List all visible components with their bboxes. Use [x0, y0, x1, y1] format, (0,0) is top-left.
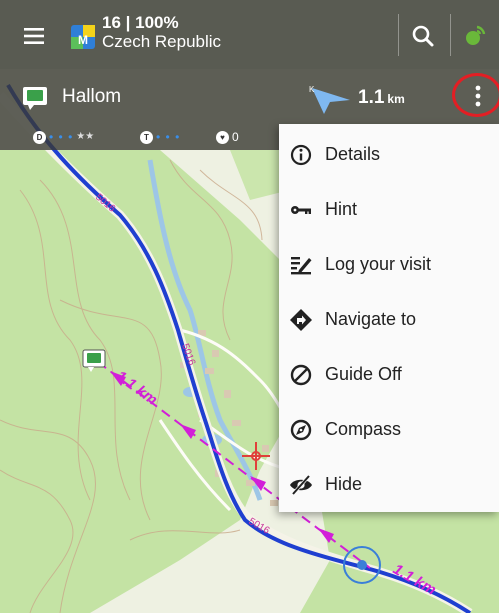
terrain-badge: T — [140, 130, 153, 144]
difficulty-stars-empty: ★★ — [76, 131, 95, 142]
target-distance: 1.1 km — [358, 88, 405, 109]
highlight-ring — [452, 73, 499, 117]
hide-icon — [287, 471, 315, 499]
menu-item-hint[interactable]: Hint — [279, 182, 499, 237]
overflow-menu: Details Hint Log your visit Navigate to … — [279, 124, 499, 512]
menu-item-label: Hint — [325, 199, 358, 219]
menu-item-compass[interactable]: Compass — [279, 402, 499, 457]
menu-item-hide[interactable]: Hide — [279, 457, 499, 512]
log-icon — [287, 251, 315, 279]
svg-text:K: K — [309, 85, 315, 94]
menu-item-guide-off[interactable]: Guide Off — [279, 347, 499, 402]
distance-unit: km — [387, 92, 405, 106]
navigate-icon — [287, 306, 315, 334]
map-name[interactable]: Czech Republic — [102, 33, 221, 51]
distance-value: 1.1 — [358, 87, 385, 108]
divider — [398, 14, 399, 56]
terrain-stars: • • • — [156, 130, 181, 144]
guide-off-icon — [287, 361, 315, 389]
map-layer-icon[interactable]: M — [68, 22, 98, 52]
difficulty-rating: D • • • ★★ — [33, 128, 94, 146]
favorites-value: 0 — [232, 130, 239, 144]
info-icon — [287, 141, 315, 169]
zoom-info[interactable]: 16 | 100% — [102, 14, 179, 32]
difficulty-stars: • • • — [49, 130, 74, 144]
menu-item-label: Hide — [325, 474, 363, 494]
menu-item-label: Compass — [325, 419, 402, 439]
menu-item-details[interactable]: Details — [279, 127, 499, 182]
menu-item-label: Guide Off — [325, 364, 402, 384]
svg-text:M: M — [78, 33, 88, 47]
favorites-count: ♥ 0 — [216, 128, 239, 146]
satellite-icon[interactable] — [455, 18, 495, 54]
search-icon[interactable] — [402, 18, 444, 54]
menu-item-label: Navigate to — [325, 309, 417, 329]
key-icon — [287, 196, 315, 224]
menu-item-label: Details — [325, 144, 381, 164]
divider — [450, 14, 451, 56]
difficulty-badge: D — [33, 130, 46, 144]
menu-item-label: Log your visit — [325, 254, 432, 274]
terrain-rating: T • • • — [140, 128, 180, 146]
menu-item-log-your-visit[interactable]: Log your visit — [279, 237, 499, 292]
menu-item-navigate-to[interactable]: Navigate to — [279, 292, 499, 347]
geocache-icon — [20, 84, 50, 112]
hamburger-icon[interactable] — [14, 20, 54, 52]
favorites-icon: ♥ — [216, 130, 229, 144]
target-name[interactable]: Hallom — [62, 86, 121, 108]
compass-icon — [287, 416, 315, 444]
direction-arrow-icon: K — [308, 82, 354, 116]
